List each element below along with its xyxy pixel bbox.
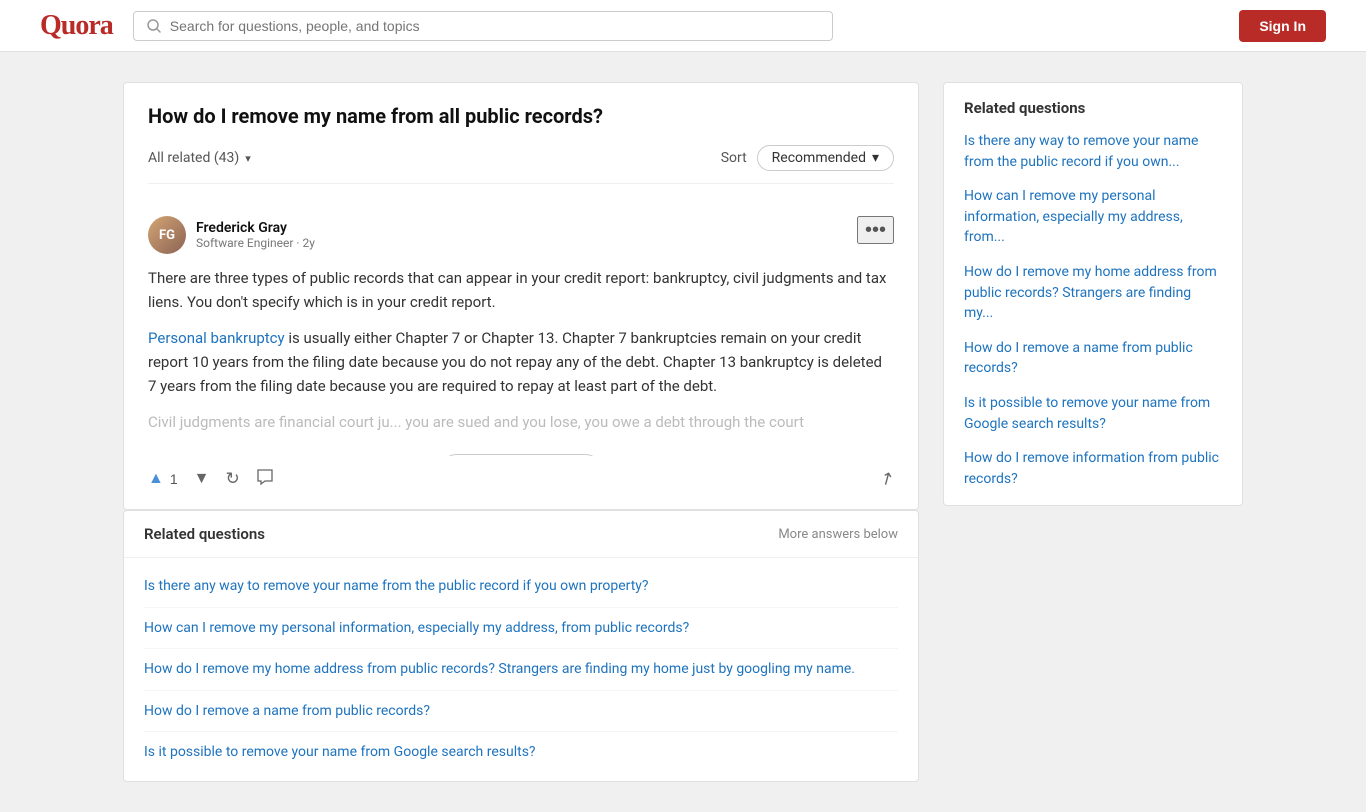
- sidebar: Related questions Is there any way to re…: [943, 82, 1243, 782]
- sidebar-link-3[interactable]: How do I remove my home address from pub…: [964, 264, 1217, 321]
- upvote-button[interactable]: ▲ 1: [148, 470, 178, 488]
- filter-bar: All related (43) ▾ Sort Recommended ▾: [148, 145, 894, 184]
- related-inner-list: Is there any way to remove your name fro…: [124, 558, 918, 781]
- sidebar-title: Related questions: [964, 99, 1222, 117]
- answer-text-3-rest: ... you are sued and you lose, you owe a…: [390, 413, 804, 431]
- sort-container: Sort Recommended ▾: [721, 145, 894, 171]
- answer-paragraph-1: There are three types of public records …: [148, 266, 894, 314]
- avatar-initials: FG: [159, 228, 175, 243]
- list-item: How do I remove my home address from pub…: [964, 262, 1222, 324]
- comment-button[interactable]: [256, 468, 274, 489]
- related-inner-header: Related questions More answers below: [124, 511, 918, 558]
- author-info: Frederick Gray Software Engineer · 2y: [196, 220, 315, 250]
- answer-paragraph-2: Personal bankruptcy is usually either Ch…: [148, 326, 894, 398]
- author-role: Software Engineer: [196, 236, 293, 250]
- list-item: Is it possible to remove your name from …: [144, 732, 898, 773]
- share-button[interactable]: ↗: [880, 469, 894, 489]
- list-item: Is there any way to remove your name fro…: [144, 566, 898, 608]
- quora-logo[interactable]: Quora: [40, 10, 113, 42]
- more-answers-label: More answers below: [778, 527, 898, 542]
- author-name[interactable]: Frederick Gray: [196, 220, 315, 236]
- search-bar: [133, 11, 833, 41]
- sign-in-button[interactable]: Sign In: [1239, 10, 1326, 42]
- list-item: How do I remove a name from public recor…: [144, 691, 898, 733]
- all-related-label: All related (43): [148, 150, 239, 166]
- sidebar-link-2[interactable]: How can I remove my personal information…: [964, 188, 1183, 245]
- answer-collapsed-section: Personal bankruptcy is usually either Ch…: [148, 326, 894, 456]
- related-inner-link-5[interactable]: Is it possible to remove your name from …: [144, 744, 536, 760]
- answer-header: FG Frederick Gray Software Engineer · 2y…: [148, 216, 894, 254]
- downvote-icon: ▼: [194, 470, 210, 488]
- answer-age: 2y: [303, 236, 315, 250]
- related-inner-title: Related questions: [144, 525, 265, 543]
- answer-paragraph-3: Civil judgments are financial court ju..…: [148, 410, 894, 434]
- chevron-down-icon: ▾: [872, 150, 879, 166]
- more-options-button[interactable]: •••: [857, 216, 894, 244]
- sidebar-link-6[interactable]: How do I remove information from public …: [964, 450, 1219, 487]
- share-icon: ↗: [876, 466, 898, 490]
- list-item: How can I remove my personal information…: [964, 186, 1222, 248]
- continue-reading-button[interactable]: Continue Reading ▾: [441, 454, 600, 456]
- related-inner-card: Related questions More answers below Is …: [123, 510, 919, 782]
- upvote-icon: ▲: [148, 470, 164, 488]
- sort-label: Sort: [721, 150, 747, 166]
- question-title: How do I remove my name from all public …: [148, 103, 894, 129]
- question-card: How do I remove my name from all public …: [123, 82, 919, 510]
- refresh-icon: ↻: [225, 469, 239, 489]
- sidebar-link-5[interactable]: Is it possible to remove your name from …: [964, 395, 1210, 432]
- author-meta: Software Engineer · 2y: [196, 236, 315, 250]
- sort-value: Recommended: [772, 150, 866, 166]
- related-inner-link-3[interactable]: How do I remove my home address from pub…: [144, 661, 855, 677]
- sidebar-link-4[interactable]: How do I remove a name from public recor…: [964, 340, 1193, 377]
- list-item: Is it possible to remove your name from …: [964, 393, 1222, 434]
- sort-dropdown[interactable]: Recommended ▾: [757, 145, 894, 171]
- refresh-button[interactable]: ↻: [225, 469, 239, 489]
- downvote-button[interactable]: ▼: [194, 470, 210, 488]
- answer-actions: ▲ 1 ▼ ↻ ↗: [148, 456, 894, 489]
- list-item: Is there any way to remove your name fro…: [964, 131, 1222, 172]
- related-inner-link-4[interactable]: How do I remove a name from public recor…: [144, 703, 430, 719]
- answer-block: FG Frederick Gray Software Engineer · 2y…: [148, 200, 894, 489]
- list-item: How do I remove my home address from pub…: [144, 649, 898, 691]
- upvote-count: 1: [170, 471, 178, 487]
- related-inner-link-2[interactable]: How can I remove my personal information…: [144, 620, 689, 636]
- search-icon: [146, 18, 162, 34]
- sidebar-link-1[interactable]: Is there any way to remove your name fro…: [964, 133, 1198, 170]
- related-inner-link-1[interactable]: Is there any way to remove your name fro…: [144, 578, 649, 594]
- main-column: How do I remove my name from all public …: [123, 82, 919, 782]
- avatar: FG: [148, 216, 186, 254]
- all-related-filter[interactable]: All related (43) ▾: [148, 150, 251, 166]
- sidebar-card: Related questions Is there any way to re…: [943, 82, 1243, 506]
- comment-icon: [256, 468, 274, 489]
- list-item: How can I remove my personal information…: [144, 608, 898, 650]
- answer-text-3-start: Civil judgments are financial court ju: [148, 413, 390, 431]
- search-input[interactable]: [170, 18, 820, 34]
- header: Quora Sign In: [0, 0, 1366, 52]
- list-item: How do I remove a name from public recor…: [964, 338, 1222, 379]
- chevron-down-icon: ▾: [245, 152, 251, 165]
- answer-author: FG Frederick Gray Software Engineer · 2y: [148, 216, 315, 254]
- answer-text-1: There are three types of public records …: [148, 266, 894, 314]
- personal-bankruptcy-link[interactable]: Personal bankruptcy: [148, 329, 285, 347]
- list-item: How do I remove information from public …: [964, 448, 1222, 489]
- page-content: How do I remove my name from all public …: [83, 52, 1283, 812]
